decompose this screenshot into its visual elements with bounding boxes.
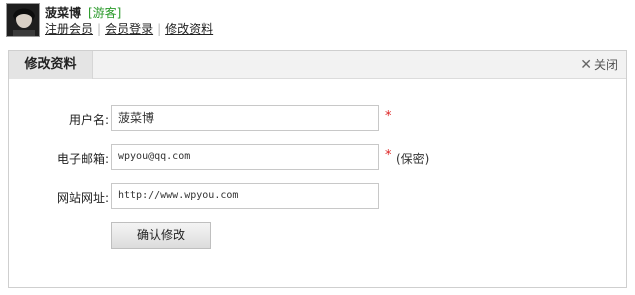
user-links: 注册会员 | 会员登录 | 修改资料 <box>45 20 213 37</box>
username-input[interactable]: 菠菜博 <box>111 105 379 131</box>
required-mark: * <box>385 109 392 124</box>
email-input[interactable]: wpyou@qq.com <box>111 144 379 170</box>
close-button[interactable]: ✕ 关闭 <box>580 51 618 79</box>
login-link[interactable]: 会员登录 <box>105 22 153 36</box>
user-bar: 菠菜博 [游客] 注册会员 | 会员登录 | 修改资料 <box>0 0 635 44</box>
edit-profile-panel: 修改资料 ✕ 关闭 用户名: 菠菜博 * 电子邮箱: wpyou@qq.com *… <box>8 50 627 288</box>
user-role-badge: [游客] <box>88 6 122 20</box>
email-privacy-note: (保密) <box>396 152 430 166</box>
avatar[interactable] <box>6 3 40 37</box>
close-label: 关闭 <box>593 58 618 72</box>
required-mark: * <box>385 148 392 163</box>
username-display: 菠菜博 <box>45 6 82 20</box>
edit-profile-link[interactable]: 修改资料 <box>165 22 213 36</box>
link-separator: | <box>157 22 162 36</box>
email-label: 电子邮箱: <box>56 152 109 166</box>
register-link[interactable]: 注册会员 <box>45 22 93 36</box>
panel-header: 修改资料 ✕ 关闭 <box>9 51 626 79</box>
website-label: 网站网址: <box>56 191 109 205</box>
close-x-icon: ✕ <box>580 57 592 73</box>
website-input[interactable]: http://www.wpyou.com <box>111 183 379 209</box>
confirm-edit-button[interactable]: 确认修改 <box>111 222 211 249</box>
username-label: 用户名: <box>68 113 109 127</box>
link-separator: | <box>97 22 102 36</box>
panel-title: 修改资料 <box>9 51 93 79</box>
